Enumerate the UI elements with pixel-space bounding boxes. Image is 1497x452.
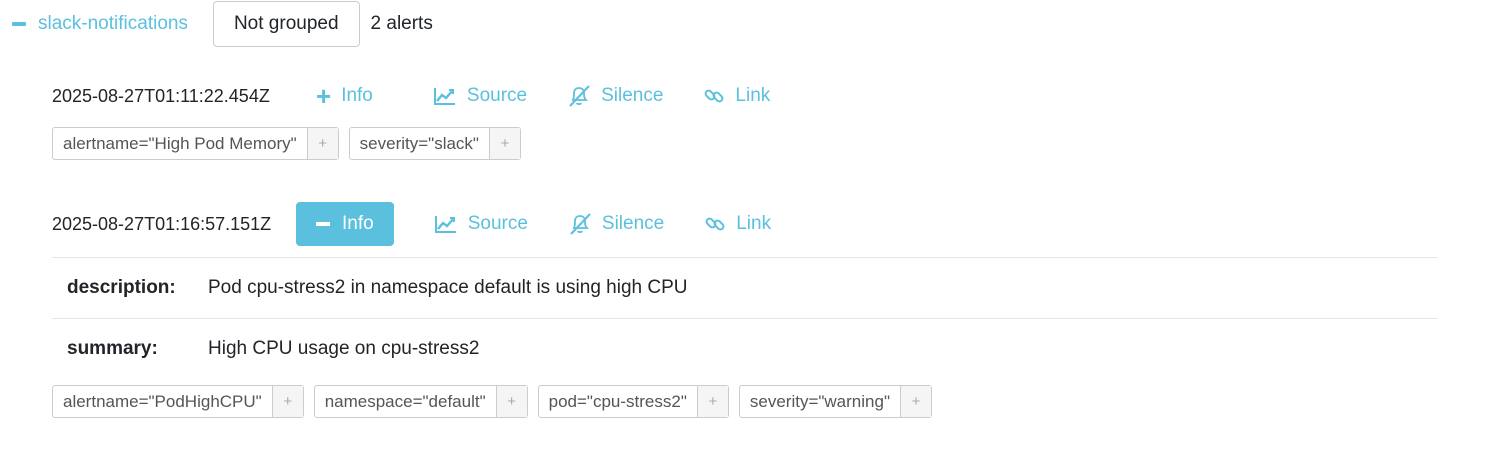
alert-count: 2 alerts — [370, 13, 433, 34]
source-label: Source — [467, 213, 528, 234]
minus-icon — [316, 222, 330, 226]
label-text[interactable]: severity="warning" — [740, 386, 900, 417]
info-label: Info — [342, 213, 374, 234]
label-chip: namespace="default" + — [313, 385, 528, 418]
label-chip: severity="warning" + — [738, 385, 932, 418]
add-filter-button[interactable]: + — [696, 386, 728, 417]
link-icon — [705, 89, 724, 103]
source-link[interactable]: Source — [433, 74, 527, 118]
add-filter-button[interactable]: + — [306, 128, 338, 159]
info-toggle-button[interactable]: Info — [296, 202, 394, 246]
plus-icon: + — [316, 81, 332, 111]
link-label: Link — [736, 213, 772, 234]
annotation-row: summary: High CPU usage on cpu-stress2 — [52, 318, 1438, 379]
label-text[interactable]: alertname="PodHighCPU" — [53, 386, 272, 417]
annotation-key: description: — [67, 277, 176, 298]
label-chip: severity="slack" + — [348, 127, 521, 160]
label-text[interactable]: severity="slack" — [350, 128, 489, 159]
silence-label: Silence — [601, 213, 665, 234]
info-toggle-button[interactable]: + Info — [296, 74, 393, 118]
label-chip: alertname="High Pod Memory" + — [52, 127, 339, 160]
label-list: alertname="High Pod Memory" + severity="… — [52, 127, 1439, 160]
bell-slash-icon — [569, 85, 590, 107]
annotation-key: summary: — [67, 338, 158, 359]
alert-item: 2025-08-27T01:11:22.454Z + Info Source S… — [52, 73, 1439, 160]
label-list: alertname="PodHighCPU" + namespace="defa… — [52, 385, 1439, 418]
silence-button[interactable]: Silence — [567, 74, 663, 118]
link-label: Link — [735, 85, 771, 106]
source-label: Source — [466, 85, 528, 106]
annotation-value: Pod cpu-stress2 in namespace default is … — [208, 277, 688, 298]
add-filter-button[interactable]: + — [271, 386, 303, 417]
annotation-value: High CPU usage on cpu-stress2 — [208, 338, 480, 359]
minus-icon — [12, 22, 26, 26]
label-chip: alertname="PodHighCPU" + — [52, 385, 304, 418]
link-button[interactable]: Link — [704, 202, 771, 246]
alert-item: 2025-08-27T01:16:57.151Z Info Source Sil… — [52, 201, 1439, 418]
alert-timestamp: 2025-08-27T01:16:57.151Z — [52, 213, 272, 234]
link-button[interactable]: Link — [703, 74, 770, 118]
add-filter-button[interactable]: + — [899, 386, 931, 417]
silence-label: Silence — [601, 85, 664, 106]
silence-button[interactable]: Silence — [568, 202, 664, 246]
bell-slash-icon — [570, 213, 591, 235]
annotation-row: description: Pod cpu-stress2 in namespac… — [52, 257, 1438, 318]
label-chip: pod="cpu-stress2" + — [537, 385, 729, 418]
add-filter-button[interactable]: + — [495, 386, 527, 417]
chart-line-icon — [434, 216, 456, 233]
label-text[interactable]: namespace="default" — [315, 386, 496, 417]
label-text[interactable]: pod="cpu-stress2" — [539, 386, 697, 417]
source-link[interactable]: Source — [434, 202, 528, 246]
group-header: slack-notifications Not grouped 2 alerts — [12, 0, 433, 48]
chart-line-icon — [433, 88, 455, 105]
add-filter-button[interactable]: + — [488, 128, 520, 159]
alert-timestamp: 2025-08-27T01:11:22.454Z — [52, 85, 270, 106]
link-icon — [705, 217, 725, 231]
receiver-name: slack-notifications — [38, 13, 188, 34]
info-label: Info — [341, 85, 373, 106]
collapse-group-button[interactable]: slack-notifications — [12, 13, 188, 35]
grouping-button[interactable]: Not grouped — [212, 1, 360, 47]
annotations-table: description: Pod cpu-stress2 in namespac… — [52, 257, 1438, 379]
label-text[interactable]: alertname="High Pod Memory" — [53, 128, 307, 159]
